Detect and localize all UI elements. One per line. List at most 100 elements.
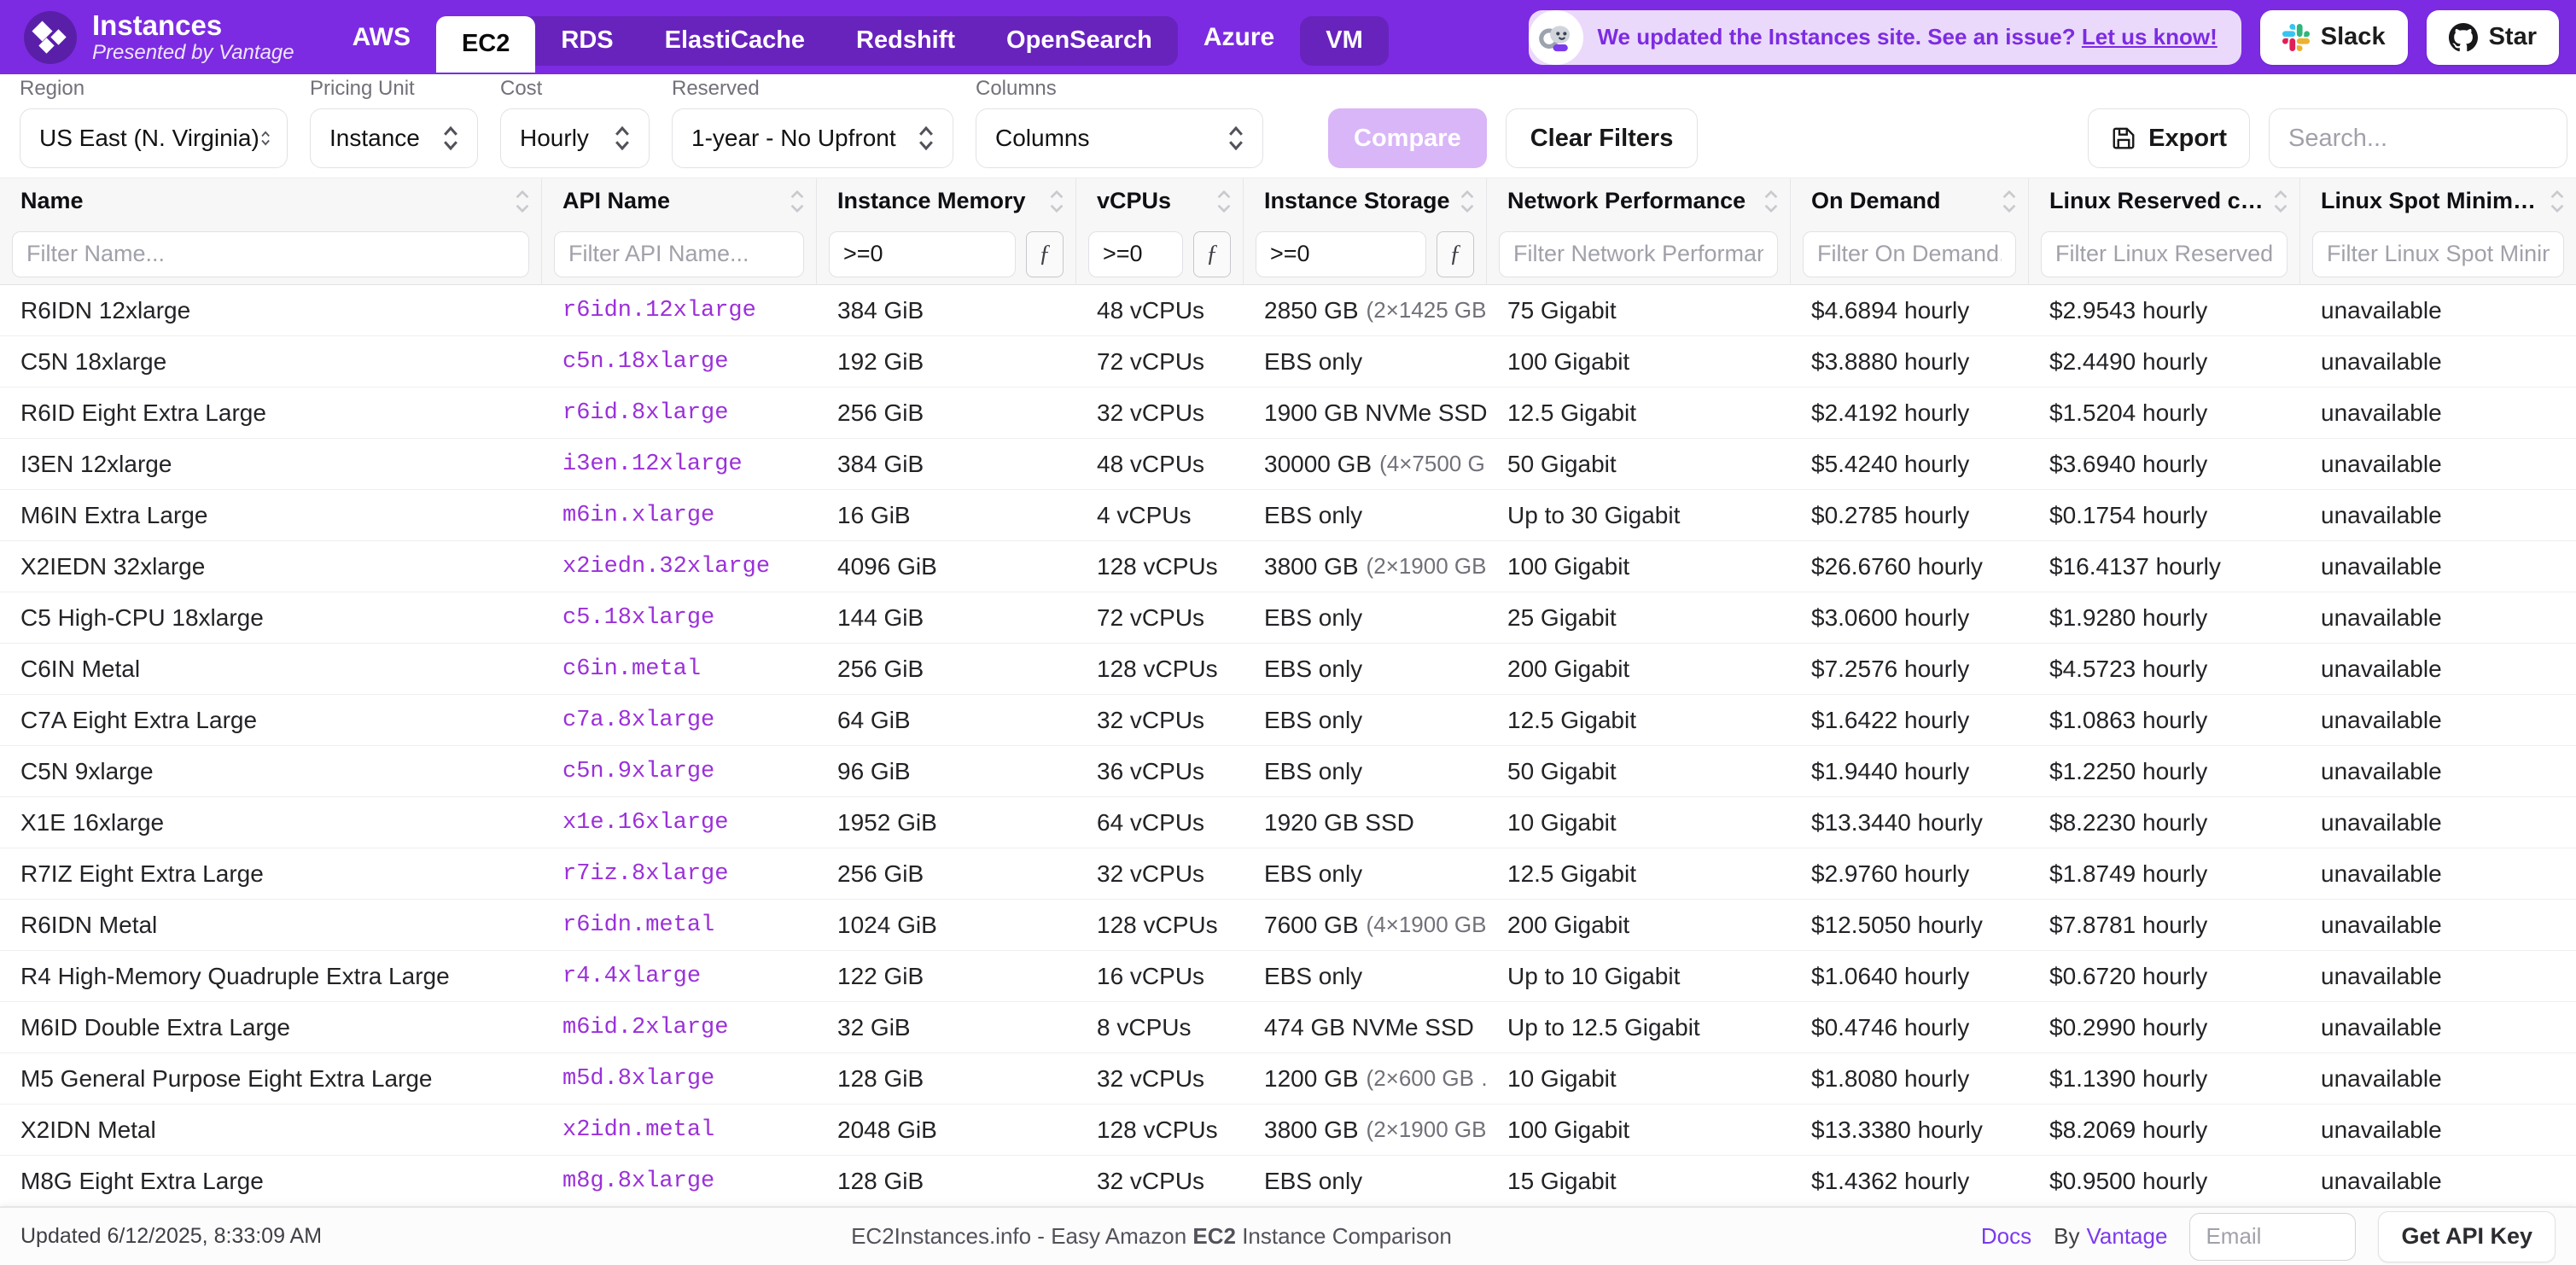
cell-api-name[interactable]: r6id.8xlarge	[542, 388, 817, 438]
filter-vcpus-input[interactable]	[1088, 230, 1183, 277]
cell-api-name[interactable]: c6in.metal	[542, 644, 817, 694]
table-row[interactable]: X1E 16xlarge x1e.16xlarge 1952 GiB 64 vC…	[0, 797, 2576, 848]
region-label: Region	[20, 77, 85, 100]
cell-instance-memory: 192 GiB	[837, 347, 924, 375]
cell-name: X2IEDN 32xlarge	[20, 552, 206, 580]
expression-filter-button[interactable]: ƒ	[1437, 230, 1474, 277]
cell-api-name[interactable]: m5d.8xlarge	[542, 1053, 817, 1104]
clear-filters-button[interactable]: Clear Filters	[1505, 108, 1699, 168]
filter-storage-input[interactable]	[1256, 230, 1426, 277]
filter-memory-input[interactable]	[829, 230, 1016, 277]
cell-vcpus: 48 vCPUs	[1097, 296, 1205, 324]
cell-api-name[interactable]: x2idn.metal	[542, 1105, 817, 1155]
table-row[interactable]: M5 General Purpose Eight Extra Large m5d…	[0, 1053, 2576, 1105]
filter-name-input[interactable]	[12, 230, 529, 277]
cell-api-name[interactable]: m6id.2xlarge	[542, 1002, 817, 1052]
table-row[interactable]: M6IN Extra Large m6in.xlarge 16 GiB 4 vC…	[0, 490, 2576, 541]
expression-filter-button[interactable]: ƒ	[1193, 230, 1231, 277]
table-row[interactable]: R6ID Eight Extra Large r6id.8xlarge 256 …	[0, 388, 2576, 439]
azure-tab-group: VM	[1300, 15, 1389, 66]
filter-linux-reserved-input[interactable]	[2041, 230, 2288, 277]
tab-elasticache[interactable]: ElastiCache	[639, 16, 830, 66]
cell-api-name[interactable]: c7a.8xlarge	[542, 695, 817, 745]
table-row[interactable]: C5N 18xlarge c5n.18xlarge 192 GiB 72 vCP…	[0, 336, 2576, 388]
table-row[interactable]: I3EN 12xlarge i3en.12xlarge 384 GiB 48 v…	[0, 439, 2576, 490]
table-row[interactable]: M6ID Double Extra Large m6id.2xlarge 32 …	[0, 1002, 2576, 1053]
table-row[interactable]: R6IDN Metal r6idn.metal 1024 GiB 128 vCP…	[0, 900, 2576, 951]
cell-network-performance: 100 Gigabit	[1507, 347, 1630, 375]
table-row[interactable]: R4 High-Memory Quadruple Extra Large r4.…	[0, 951, 2576, 1002]
table-row[interactable]: X2IDN Metal x2idn.metal 2048 GiB 128 vCP…	[0, 1105, 2576, 1156]
tab-opensearch[interactable]: OpenSearch	[981, 16, 1178, 66]
table-row[interactable]: R7IZ Eight Extra Large r7iz.8xlarge 256 …	[0, 848, 2576, 900]
expression-filter-button[interactable]: ƒ	[1026, 230, 1064, 277]
nav-azure[interactable]: Azure	[1185, 23, 1293, 52]
github-star-button[interactable]: Star	[2426, 9, 2559, 65]
cell-api-name[interactable]: r6idn.12xlarge	[542, 285, 817, 335]
cell-linux-spot-minimum-cost: unavailable	[2321, 399, 2442, 426]
chevron-updown-icon	[919, 125, 933, 151]
tab-redshift[interactable]: Redshift	[830, 16, 981, 66]
pricing-unit-select[interactable]: Instance	[310, 108, 478, 168]
filter-linux-spot-input[interactable]	[2312, 230, 2564, 277]
cell-name: M6ID Double Extra Large	[20, 1013, 290, 1041]
column-header-api-name[interactable]: API Name	[542, 178, 817, 224]
column-header-vcpus[interactable]: vCPUs	[1076, 178, 1244, 224]
filter-api-name-input[interactable]	[554, 230, 804, 277]
table-row[interactable]: C5 High-CPU 18xlarge c5.18xlarge 144 GiB…	[0, 592, 2576, 644]
cell-api-name[interactable]: x2iedn.32xlarge	[542, 541, 817, 592]
reserved-select[interactable]: 1-year - No Upfront	[672, 108, 953, 168]
cell-name: C5N 18xlarge	[20, 347, 167, 375]
column-header-name[interactable]: Name	[0, 178, 542, 224]
cost-select[interactable]: Hourly	[500, 108, 650, 168]
table-row[interactable]: M8G Eight Extra Large m8g.8xlarge 128 Gi…	[0, 1156, 2576, 1207]
cell-api-name[interactable]: r7iz.8xlarge	[542, 848, 817, 899]
cell-api-name[interactable]: r6idn.metal	[542, 900, 817, 950]
table-row[interactable]: R6IDN 12xlarge r6idn.12xlarge 384 GiB 48…	[0, 285, 2576, 336]
cell-api-name[interactable]: c5n.9xlarge	[542, 746, 817, 796]
slack-button[interactable]: Slack	[2259, 9, 2408, 65]
cell-instance-storage: 1920 GB SSD	[1264, 808, 1414, 836]
table-row[interactable]: X2IEDN 32xlarge x2iedn.32xlarge 4096 GiB…	[0, 541, 2576, 592]
cell-api-name[interactable]: m6in.xlarge	[542, 490, 817, 540]
column-header-linux-reserved-cost[interactable]: Linux Reserved cost	[2029, 178, 2300, 224]
cell-api-name[interactable]: i3en.12xlarge	[542, 439, 817, 489]
nav-aws[interactable]: AWS	[334, 23, 429, 52]
table-row[interactable]: C6IN Metal c6in.metal 256 GiB 128 vCPUs …	[0, 644, 2576, 695]
vantage-link[interactable]: Vantage	[2087, 1223, 2168, 1250]
cell-api-name[interactable]: x1e.16xlarge	[542, 797, 817, 848]
cell-instance-storage: 3800 GB(2×1900 GB …	[1264, 1116, 1487, 1143]
column-header-instance-storage[interactable]: Instance Storage	[1244, 178, 1487, 224]
table-row[interactable]: C7A Eight Extra Large c7a.8xlarge 64 GiB…	[0, 695, 2576, 746]
table-row[interactable]: C5N 9xlarge c5n.9xlarge 96 GiB 36 vCPUs …	[0, 746, 2576, 797]
export-button[interactable]: Export	[2088, 108, 2250, 168]
let-us-know-link[interactable]: Let us know!	[2082, 24, 2218, 50]
column-header-network-performance[interactable]: Network Performance	[1487, 178, 1791, 224]
cell-linux-spot-minimum-cost: unavailable	[2321, 501, 2442, 528]
filter-network-input[interactable]	[1499, 230, 1778, 277]
tab-rds[interactable]: RDS	[535, 16, 638, 66]
column-header-on-demand[interactable]: On Demand	[1791, 178, 2029, 224]
cell-network-performance: 12.5 Gigabit	[1507, 399, 1636, 426]
cell-api-name[interactable]: m8g.8xlarge	[542, 1156, 817, 1206]
email-field[interactable]	[2189, 1212, 2357, 1261]
compare-button[interactable]: Compare	[1328, 108, 1487, 168]
filter-on-demand-input[interactable]	[1803, 230, 2016, 277]
cell-linux-reserved-cost: $2.9543 hourly	[2049, 296, 2208, 324]
cell-on-demand: $2.9760 hourly	[1811, 860, 1970, 887]
tab-vm[interactable]: VM	[1300, 16, 1389, 66]
get-api-key-button[interactable]: Get API Key	[2378, 1210, 2556, 1262]
tab-ec2[interactable]: EC2	[435, 15, 536, 73]
region-select[interactable]: US East (N. Virginia)	[20, 108, 288, 168]
cell-api-name[interactable]: c5.18xlarge	[542, 592, 817, 643]
docs-link[interactable]: Docs	[1981, 1223, 2031, 1250]
columns-select[interactable]: Columns	[976, 108, 1263, 168]
cell-on-demand: $7.2576 hourly	[1811, 655, 1970, 682]
cell-name: M8G Eight Extra Large	[20, 1167, 264, 1194]
search-input[interactable]	[2269, 108, 2567, 168]
cell-on-demand: $2.4192 hourly	[1811, 399, 1970, 426]
column-header-linux-spot-minimum-cost[interactable]: Linux Spot Minimum cost	[2300, 178, 2576, 224]
column-header-instance-memory[interactable]: Instance Memory	[817, 178, 1076, 224]
cell-api-name[interactable]: c5n.18xlarge	[542, 336, 817, 387]
cell-api-name[interactable]: r4.4xlarge	[542, 951, 817, 1001]
